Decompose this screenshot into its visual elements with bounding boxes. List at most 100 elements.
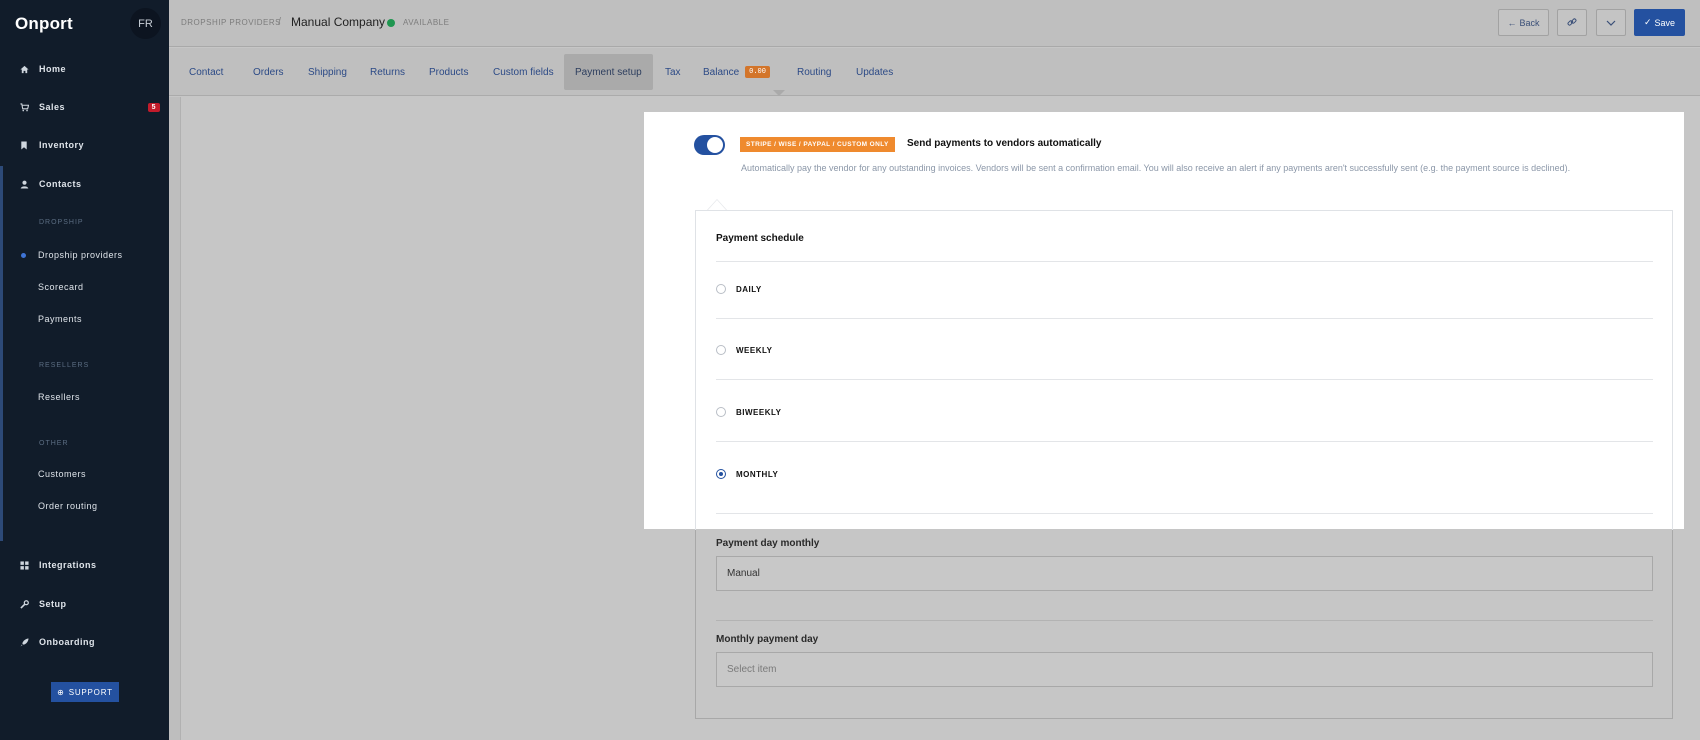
content-edge	[169, 97, 181, 740]
tab-balance-label: Balance	[703, 66, 740, 78]
rocket-icon	[17, 637, 31, 647]
more-options-button[interactable]	[1596, 9, 1626, 36]
sales-count-badge: 5	[147, 102, 160, 112]
divider	[716, 318, 1653, 319]
tab-payment-setup[interactable]: Payment setup	[564, 54, 653, 90]
nav-inventory-label: Inventory	[39, 140, 85, 150]
section-resellers: RESELLERS	[39, 362, 90, 369]
home-icon	[17, 65, 31, 74]
divider	[716, 441, 1653, 442]
chevron-down-icon	[1606, 18, 1616, 28]
monthly-payment-day-label: Monthly payment day	[716, 634, 819, 645]
schedule-option-weekly[interactable]: WEEKLY	[716, 340, 1653, 360]
sidebar-item-scorecard[interactable]: Scorecard	[38, 282, 84, 292]
nav-sales-label: Sales	[39, 102, 66, 112]
schedule-option-monthly[interactable]: MONTHLY	[716, 464, 1653, 484]
tab-products[interactable]: Products	[418, 54, 479, 90]
contacts-active-indicator	[0, 166, 3, 541]
nav-home[interactable]: Home	[0, 57, 169, 81]
tab-custom-fields[interactable]: Custom fields	[482, 54, 565, 90]
section-other: OTHER	[39, 440, 69, 447]
radio-daily[interactable]	[716, 284, 726, 294]
save-button[interactable]: ✓ Save	[1634, 9, 1685, 36]
brand-logo[interactable]: Onport	[15, 14, 73, 34]
schedule-option-biweekly[interactable]: BIWEEKLY	[716, 402, 1653, 422]
check-icon: ✓	[1643, 17, 1652, 27]
link-button[interactable]	[1557, 9, 1587, 36]
nav-inventory[interactable]: Inventory	[0, 133, 169, 157]
tab-orders[interactable]: Orders	[242, 54, 295, 90]
tab-routing[interactable]: Routing	[786, 54, 842, 90]
user-icon	[17, 180, 31, 189]
auto-payments-title: Send payments to vendors automatically	[907, 138, 1102, 149]
cart-icon	[17, 102, 31, 112]
sidebar-item-order-routing[interactable]: Order routing	[38, 501, 98, 511]
radio-monthly-label: MONTHLY	[736, 469, 779, 479]
nav-onboarding-label: Onboarding	[39, 637, 95, 647]
nav-home-label: Home	[39, 64, 67, 74]
payment-schedule-title: Payment schedule	[716, 233, 804, 244]
toggle-knob	[707, 137, 723, 153]
divider	[716, 513, 1653, 514]
section-dropship: DROPSHIP	[39, 219, 84, 226]
active-tab-caret	[773, 90, 785, 96]
auto-payments-toggle[interactable]	[694, 135, 725, 155]
breadcrumb-parent[interactable]: DROPSHIP PROVIDERS	[181, 18, 281, 27]
divider	[716, 261, 1653, 262]
monthly-payment-day-select[interactable]: Select item	[716, 652, 1653, 687]
breadcrumb-separator: /	[278, 16, 282, 28]
active-dot	[21, 253, 26, 258]
tab-updates[interactable]: Updates	[845, 54, 904, 90]
sidebar-item-label: Dropship providers	[38, 250, 123, 260]
schedule-option-daily[interactable]: DAILY	[716, 279, 1653, 299]
nav-contacts[interactable]: Contacts	[0, 172, 169, 196]
status-badge: AVAILABLE	[403, 18, 450, 27]
divider	[716, 620, 1653, 621]
nav-setup[interactable]: Setup	[0, 592, 169, 616]
divider	[716, 379, 1653, 380]
wrench-icon	[17, 599, 31, 609]
nav-sales[interactable]: Sales 5	[0, 95, 169, 119]
radio-weekly-label: WEEKLY	[736, 345, 773, 355]
card-pointer	[707, 199, 727, 210]
support-label: SUPPORT	[68, 687, 113, 697]
radio-biweekly-label: BIWEEKLY	[736, 407, 782, 417]
nav-integrations[interactable]: Integrations	[0, 553, 169, 577]
sidebar-item-resellers[interactable]: Resellers	[38, 392, 80, 402]
user-avatar[interactable]: FR	[130, 8, 161, 39]
tab-balance[interactable]: Balance 0.00	[692, 54, 781, 90]
tab-shipping[interactable]: Shipping	[297, 54, 358, 90]
sidebar: Onport FR Home Sales 5 Inventory Contact…	[0, 0, 169, 740]
help-icon: ⊕	[57, 687, 65, 697]
radio-monthly[interactable]	[716, 469, 726, 479]
nav-contacts-label: Contacts	[39, 179, 82, 189]
sidebar-item-dropship-providers[interactable]: Dropship providers	[21, 250, 123, 260]
radio-biweekly[interactable]	[716, 407, 726, 417]
back-button[interactable]: ← Back	[1498, 9, 1549, 36]
grid-icon	[17, 560, 31, 570]
back-label: Back	[1519, 17, 1540, 28]
payment-day-monthly-label: Payment day monthly	[716, 538, 820, 549]
sidebar-item-customers[interactable]: Customers	[38, 469, 86, 479]
tab-returns[interactable]: Returns	[359, 54, 416, 90]
radio-weekly[interactable]	[716, 345, 726, 355]
arrow-left-icon: ←	[1507, 17, 1517, 28]
radio-daily-label: DAILY	[736, 284, 762, 294]
payment-providers-badge: STRIPE / WISE / PAYPAL / CUSTOM ONLY	[740, 137, 895, 152]
support-button[interactable]: ⊕ SUPPORT	[51, 682, 119, 702]
nav-integrations-label: Integrations	[39, 560, 97, 570]
save-label: Save	[1654, 17, 1676, 28]
status-dot	[387, 19, 395, 27]
balance-badge: 0.00	[745, 66, 770, 78]
tab-tax[interactable]: Tax	[654, 54, 692, 90]
tab-bar: Contact Orders Shipping Returns Products…	[169, 48, 1700, 96]
nav-onboarding[interactable]: Onboarding	[0, 630, 169, 654]
page-header: DROPSHIP PROVIDERS / Manual Company AVAI…	[169, 0, 1700, 47]
tab-contact[interactable]: Contact	[178, 54, 234, 90]
bookmark-icon	[17, 140, 31, 150]
link-icon	[1567, 17, 1577, 29]
sidebar-item-payments[interactable]: Payments	[38, 314, 82, 324]
auto-payments-description: Automatically pay the vendor for any out…	[741, 163, 1571, 173]
page-title: Manual Company	[291, 15, 386, 29]
payment-day-monthly-select[interactable]: Manual	[716, 556, 1653, 591]
